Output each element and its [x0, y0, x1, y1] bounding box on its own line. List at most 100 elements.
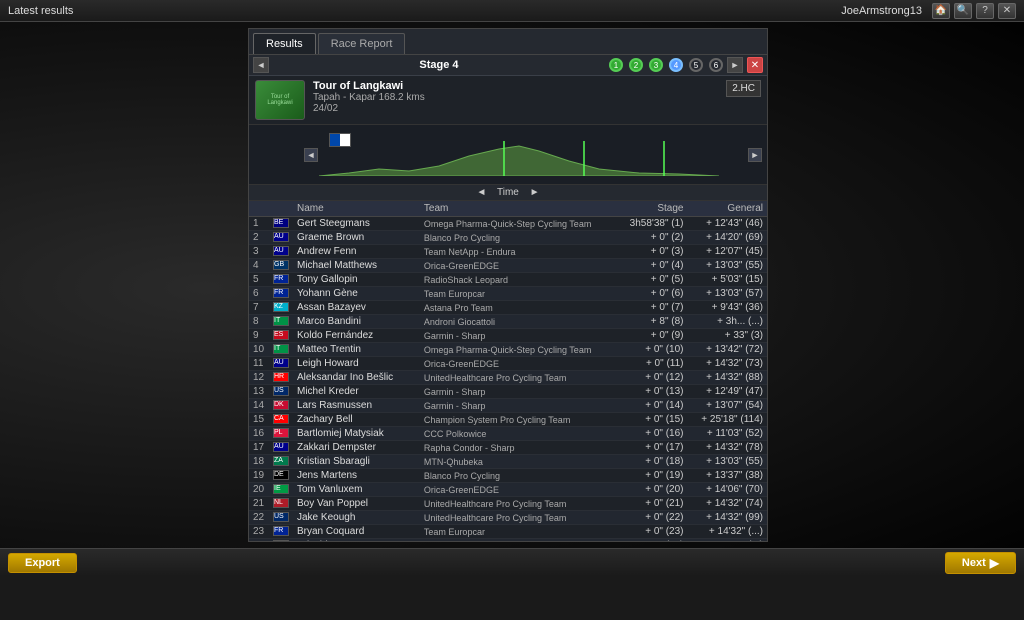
cell-general: + 12'43" (46) [688, 217, 768, 231]
flag-icon-AU: AU [273, 358, 289, 368]
cell-flag: CA [269, 413, 293, 427]
stage-nav: ◄ Stage 4 1 2 3 4 5 6 ► ✕ [249, 55, 767, 76]
main-panel: Results Race Report ◄ Stage 4 1 2 3 4 5 … [248, 28, 768, 542]
cell-stage: + 8" (8) [618, 315, 688, 329]
stage-next-arrow[interactable]: ► [727, 57, 743, 73]
flag-icon-US: US [273, 512, 289, 522]
next-button[interactable]: Next ▶ [945, 552, 1016, 574]
cell-team: Astana Pro Team [420, 301, 618, 315]
cell-flag: IT [269, 343, 293, 357]
export-button[interactable]: Export [8, 553, 77, 573]
results-data-table: Name Team Stage General 1 BE Gert Steegm… [249, 201, 767, 541]
stage-dot-1[interactable]: 1 [609, 58, 623, 72]
profile-nav-right[interactable]: ► [748, 148, 762, 162]
cell-flag: BE [269, 217, 293, 231]
stage-dots: 1 2 3 4 5 6 [609, 58, 723, 72]
flag-icon-NO: NO [273, 540, 289, 541]
profile-nav-right-icon[interactable]: ► [530, 187, 540, 198]
tab-race-report[interactable]: Race Report [318, 33, 406, 54]
profile-nav-left[interactable]: ◄ [304, 148, 318, 162]
profile-area: ◄ ► [249, 125, 767, 185]
race-info: Tour ofLangkawi Tour of Langkawi Tapah -… [249, 76, 767, 125]
cell-stage: + 0" (10) [618, 343, 688, 357]
cell-name: Matteo Trentin [293, 343, 420, 357]
cell-name: Gert Steegmans [293, 217, 420, 231]
cell-flag: AU [269, 357, 293, 371]
cell-general: + 11'03" (52) [688, 427, 768, 441]
cell-team: Garmin - Sharp [420, 329, 618, 343]
cell-name: Marco Bandini [293, 315, 420, 329]
search-button[interactable]: 🔍 [954, 3, 972, 19]
flag-icon-DE: DE [273, 470, 289, 480]
stage-dot-6[interactable]: 6 [709, 58, 723, 72]
stage-close-button[interactable]: ✕ [747, 57, 763, 73]
cell-general: + 13'37" (38) [688, 469, 768, 483]
help-button[interactable]: ? [976, 3, 994, 19]
cell-general: + 25'18" (114) [688, 413, 768, 427]
cell-flag: HR [269, 371, 293, 385]
stage-dot-3[interactable]: 3 [649, 58, 663, 72]
cell-team: Androni Giocattoli [420, 315, 618, 329]
cell-pos: 24 [249, 539, 269, 542]
table-row: 6 FR Yohann Gène Team Europcar + 0" (6) … [249, 287, 767, 301]
cell-flag: NO [269, 539, 293, 542]
cell-name: Graeme Brown [293, 231, 420, 245]
bottom-bar: Export Next ▶ [0, 548, 1024, 576]
race-logo: Tour ofLangkawi [255, 80, 305, 120]
stage-dot-4[interactable]: 4 [669, 58, 683, 72]
cell-general: + 3h... (...) [688, 315, 768, 329]
race-route: Tapah - Kapar 168.2 kms [313, 92, 720, 103]
stage-label: Stage 4 [273, 59, 605, 71]
table-row: 2 AU Graeme Brown Blanco Pro Cycling + 0… [249, 231, 767, 245]
cell-flag: IT [269, 315, 293, 329]
cell-team: CCC Polkowice [420, 427, 618, 441]
stage-dot-2[interactable]: 2 [629, 58, 643, 72]
table-row: 24 NO Edvald Boasson Hagen Team Sky + 2"… [249, 539, 767, 542]
tab-results[interactable]: Results [253, 33, 316, 54]
table-row: 12 HR Aleksandar Ino Bešlic UnitedHealth… [249, 371, 767, 385]
col-header-general: General [688, 201, 768, 217]
cell-stage: + 0" (4) [618, 259, 688, 273]
cell-team: Blanco Pro Cycling [420, 231, 618, 245]
cell-pos: 8 [249, 315, 269, 329]
table-row: 18 ZA Kristian Sbaragli MTN-Qhubeka + 0"… [249, 455, 767, 469]
table-row: 10 IT Matteo Trentin Omega Pharma-Quick-… [249, 343, 767, 357]
stage-prev-arrow[interactable]: ◄ [253, 57, 269, 73]
results-table[interactable]: Name Team Stage General 1 BE Gert Steegm… [249, 201, 767, 541]
race-name: Tour of Langkawi [313, 80, 720, 92]
cell-pos: 14 [249, 399, 269, 413]
cell-name: Boy Van Poppel [293, 497, 420, 511]
cell-flag: KZ [269, 301, 293, 315]
cell-team: Team NetApp - Endura [420, 245, 618, 259]
flag-icon-ZA: ZA [273, 456, 289, 466]
cell-general: + 12'07" (45) [688, 245, 768, 259]
cell-general: + 14'32" (88) [688, 371, 768, 385]
cell-pos: 21 [249, 497, 269, 511]
stage-dot-5[interactable]: 5 [689, 58, 703, 72]
table-row: 14 DK Lars Rasmussen Garmin - Sharp + 0"… [249, 399, 767, 413]
home-button[interactable]: 🏠 [932, 3, 950, 19]
table-row: 17 AU Zakkari Dempster Rapha Condor - Sh… [249, 441, 767, 455]
cell-general: + 9'43" (36) [688, 301, 768, 315]
cell-flag: AU [269, 245, 293, 259]
cell-team: Team Europcar [420, 525, 618, 539]
cell-flag: IE [269, 483, 293, 497]
cell-general: + 14'32" (...) [688, 525, 768, 539]
cell-team: UnitedHealthcare Pro Cycling Team [420, 511, 618, 525]
cell-flag: FR [269, 525, 293, 539]
flag-icon-IT: IT [273, 316, 289, 326]
next-arrow-icon: ▶ [990, 556, 999, 570]
cell-team: Team Europcar [420, 287, 618, 301]
table-row: 3 AU Andrew Fenn Team NetApp - Endura + … [249, 245, 767, 259]
table-row: 5 FR Tony Gallopin RadioShack Leopard + … [249, 273, 767, 287]
cell-team: UnitedHealthcare Pro Cycling Team [420, 371, 618, 385]
flag-icon-IE: IE [273, 484, 289, 494]
profile-nav-left-icon[interactable]: ◄ [476, 187, 486, 198]
cell-general: + 13'03" (55) [688, 455, 768, 469]
flag-icon-NL: NL [273, 498, 289, 508]
cell-pos: 5 [249, 273, 269, 287]
close-button[interactable]: ✕ [998, 3, 1016, 19]
table-row: 9 ES Koldo Fernández Garmin - Sharp + 0"… [249, 329, 767, 343]
cell-name: Jake Keough [293, 511, 420, 525]
cell-general: + 14'20" (69) [688, 231, 768, 245]
